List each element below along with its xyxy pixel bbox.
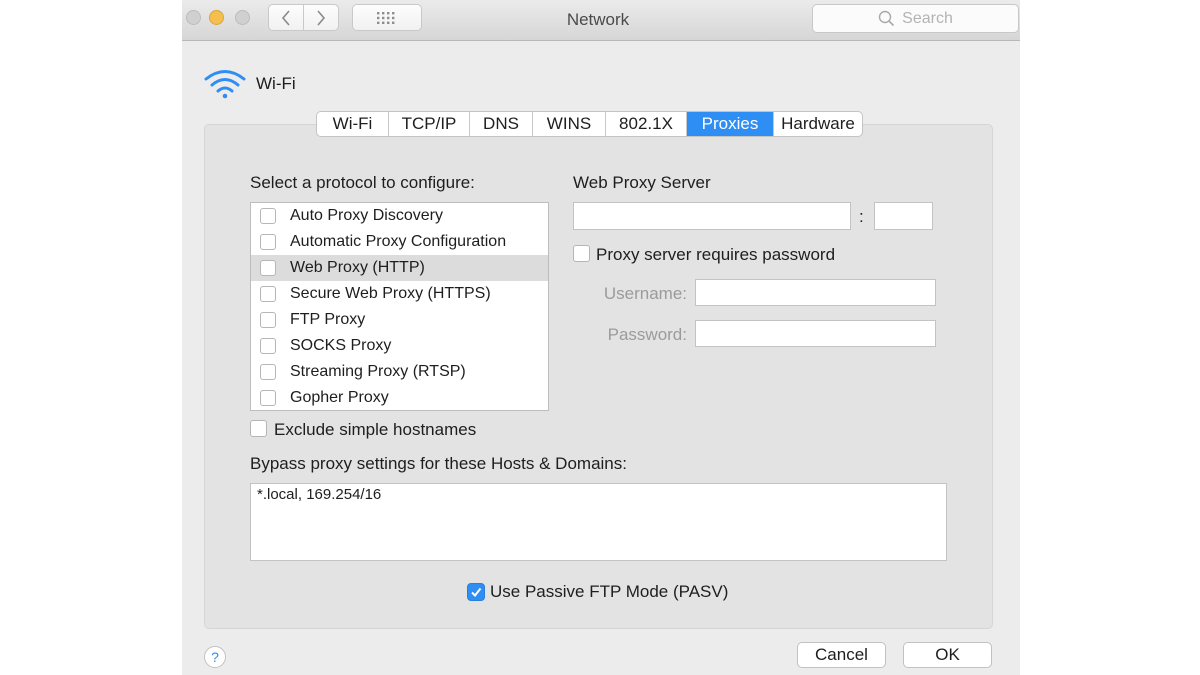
tab-tcpip[interactable]: TCP/IP [389, 112, 470, 136]
bypass-hosts-textarea[interactable]: *.local, 169.254/16 [250, 483, 947, 561]
protocol-checkbox[interactable] [260, 260, 276, 276]
protocol-item-automatic-proxy-configuration[interactable]: Automatic Proxy Configuration [251, 229, 548, 255]
protocol-checkbox[interactable] [260, 208, 276, 224]
preferences-window: Network Search Wi-Fi Wi-Fi TCP/IP DNS WI… [182, 0, 1020, 675]
tab-8021x[interactable]: 802.1X [606, 112, 687, 136]
protocol-checkbox[interactable] [260, 312, 276, 328]
username-label: Username: [603, 284, 687, 303]
tab-proxies[interactable]: Proxies [687, 112, 774, 136]
cancel-button[interactable]: Cancel [797, 642, 886, 668]
exclude-simple-hostnames-checkbox[interactable] [250, 420, 267, 437]
password-label: Password: [607, 325, 687, 344]
wifi-icon [204, 68, 246, 105]
tab-hardware[interactable]: Hardware [774, 112, 862, 136]
protocol-label: Streaming Proxy (RTSP) [290, 363, 466, 380]
password-field[interactable] [695, 320, 936, 347]
pasv-checkbox[interactable] [467, 583, 485, 601]
protocol-item-ftp-proxy[interactable]: FTP Proxy [251, 307, 548, 333]
protocol-item-streaming-proxy-rtsp[interactable]: Streaming Proxy (RTSP) [251, 359, 548, 385]
protocol-checkbox[interactable] [260, 286, 276, 302]
tab-dns[interactable]: DNS [470, 112, 533, 136]
tab-bar: Wi-Fi TCP/IP DNS WINS 802.1X Proxies Har… [316, 111, 863, 137]
protocol-item-auto-proxy-discovery[interactable]: Auto Proxy Discovery [251, 203, 548, 229]
help-button[interactable]: ? [204, 646, 226, 668]
port-separator: : [859, 207, 864, 226]
exclude-simple-hostnames-label: Exclude simple hostnames [274, 420, 477, 439]
protocol-item-secure-web-proxy-https[interactable]: Secure Web Proxy (HTTPS) [251, 281, 548, 307]
checkmark-icon [471, 587, 482, 598]
service-name: Wi-Fi [256, 74, 296, 93]
proxy-port-field[interactable] [874, 202, 933, 230]
proxy-server-heading: Web Proxy Server [573, 173, 711, 192]
pasv-label: Use Passive FTP Mode (PASV) [490, 582, 729, 601]
protocol-item-web-proxy-http[interactable]: Web Proxy (HTTP) [251, 255, 548, 281]
tab-wifi[interactable]: Wi-Fi [317, 112, 389, 136]
protocol-label: SOCKS Proxy [290, 337, 392, 354]
proxy-host-field[interactable] [573, 202, 851, 230]
protocol-item-gopher-proxy[interactable]: Gopher Proxy [251, 385, 548, 411]
search-placeholder: Search [902, 9, 953, 27]
protocol-label: Web Proxy (HTTP) [290, 259, 425, 276]
protocol-label: Automatic Proxy Configuration [290, 233, 507, 250]
search-icon [878, 10, 895, 27]
protocol-label: FTP Proxy [290, 311, 366, 328]
protocol-label: Gopher Proxy [290, 389, 389, 406]
protocol-label: Auto Proxy Discovery [290, 207, 443, 224]
protocol-label: Secure Web Proxy (HTTPS) [290, 285, 491, 302]
bypass-label: Bypass proxy settings for these Hosts & … [250, 454, 627, 473]
tab-wins[interactable]: WINS [533, 112, 606, 136]
title-bar: Network Search [182, 0, 1020, 41]
requires-password-checkbox[interactable] [573, 245, 590, 262]
protocol-list[interactable]: Auto Proxy Discovery Automatic Proxy Con… [250, 202, 549, 411]
protocol-checkbox[interactable] [260, 390, 276, 406]
protocol-item-socks-proxy[interactable]: SOCKS Proxy [251, 333, 548, 359]
search-input[interactable]: Search [812, 4, 1019, 33]
ok-button[interactable]: OK [903, 642, 992, 668]
protocol-list-heading: Select a protocol to configure: [250, 173, 475, 192]
requires-password-label: Proxy server requires password [596, 245, 836, 264]
protocol-checkbox[interactable] [260, 338, 276, 354]
username-field[interactable] [695, 279, 936, 306]
protocol-checkbox[interactable] [260, 234, 276, 250]
protocol-checkbox[interactable] [260, 364, 276, 380]
